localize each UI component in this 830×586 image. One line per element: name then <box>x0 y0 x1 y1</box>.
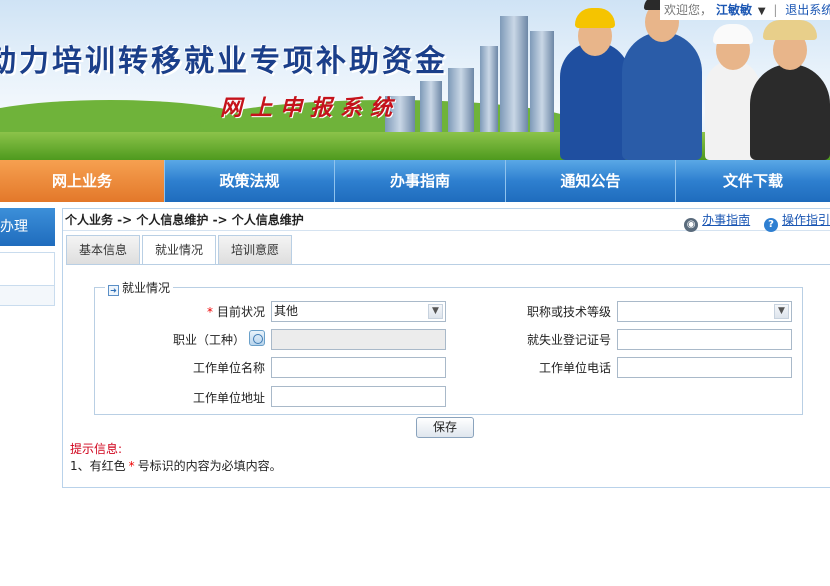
tab-training[interactable]: 培训意愿 <box>218 235 293 265</box>
employer-address-field[interactable] <box>271 386 446 407</box>
arrow-right-icon: ➜ <box>108 285 119 296</box>
welcome-text: 欢迎您， <box>664 3 713 17</box>
employer-name-field[interactable] <box>271 357 446 378</box>
header-banner: 动力培训转移就业专项补助资金 网上申报系统 <box>0 0 830 160</box>
employer-phone-field[interactable] <box>617 357 792 378</box>
chevron-down-icon[interactable]: ▼ <box>774 304 789 319</box>
breadcrumb-text: 个人业务 -> 个人信息维护 -> 个人信息维护 <box>65 213 304 227</box>
system-subtitle: 网上申报系统 <box>220 95 401 121</box>
banner-building <box>500 16 528 136</box>
guide-link[interactable]: 办事指南 <box>702 213 750 227</box>
hint-text: 1、有红色 * 号标识的内容为必填内容。 <box>70 459 282 473</box>
worker-figure <box>560 8 630 160</box>
top-links: ◉ 办事指南 ? 操作指引 <box>674 209 830 232</box>
registration-no-field[interactable] <box>617 329 792 350</box>
worker-figure <box>622 0 702 160</box>
worker-figure <box>750 20 830 160</box>
content-panel: 个人业务 -> 个人信息维护 -> 个人信息维护 ◉ 办事指南 ? 操作指引 基本信… <box>62 208 830 488</box>
registration-no-label: 就失业登记证号 <box>526 333 611 347</box>
sidebar-header: 业务办理 <box>0 208 55 246</box>
chevron-down-icon[interactable]: ▼ <box>758 6 766 17</box>
chevron-down-icon[interactable]: ▼ <box>428 304 443 319</box>
tab-divider <box>66 264 830 265</box>
tab-employment[interactable]: 就业情况 <box>142 235 217 265</box>
banner-building <box>420 81 442 136</box>
save-button[interactable]: 保存 <box>416 417 474 438</box>
nav-item-notice[interactable]: 通知公告 <box>506 160 676 202</box>
title-level-select[interactable]: ▼ <box>617 301 792 322</box>
guide-icon: ◉ <box>684 218 699 232</box>
tab-basic-info[interactable]: 基本信息 <box>66 235 141 265</box>
occupation-field <box>271 329 446 350</box>
fieldset-legend: ➜ 就业情况 <box>105 279 174 296</box>
employer-name-label: 工作单位名称 <box>192 361 265 375</box>
divider: | <box>773 3 778 17</box>
manual-link[interactable]: 操作指引 <box>782 213 830 227</box>
nav-item-download[interactable]: 文件下载 <box>676 160 830 202</box>
user-bar: 欢迎您， 江敏敏 ▼ | 退出系统 <box>660 0 830 20</box>
title-level-label: 职称或技术等级 <box>526 305 611 319</box>
hint-title: 提示信息: <box>70 442 123 456</box>
banner-building <box>530 31 554 136</box>
main-nav: 网上业务 政策法规 办事指南 通知公告 文件下载 <box>0 160 830 202</box>
banner-building <box>448 68 474 136</box>
sidebar-box <box>0 286 55 306</box>
current-status-label: * 目前状况 <box>206 305 265 319</box>
occupation-label: 职业（工种） <box>172 333 245 347</box>
username-link[interactable]: 江敏敏 <box>716 3 752 17</box>
occupation-picker-icon[interactable] <box>249 330 265 346</box>
employer-address-label: 工作单位地址 <box>192 391 265 405</box>
tab-bar: 基本信息 就业情况 培训意愿 <box>66 235 294 265</box>
sidebar: 业务办理 <box>0 208 55 306</box>
help-icon: ? <box>763 218 778 232</box>
banner-building <box>480 46 498 136</box>
nav-item-guide[interactable]: 办事指南 <box>335 160 506 202</box>
current-status-select[interactable]: 其他 ▼ <box>271 301 446 322</box>
nav-item-online-business[interactable]: 网上业务 <box>0 160 165 202</box>
logout-link[interactable]: 退出系统 <box>785 3 830 17</box>
sidebar-box <box>0 252 55 286</box>
system-title: 动力培训转移就业专项补助资金 <box>0 44 448 79</box>
nav-item-policy[interactable]: 政策法规 <box>165 160 335 202</box>
employer-phone-label: 工作单位电话 <box>538 361 611 375</box>
